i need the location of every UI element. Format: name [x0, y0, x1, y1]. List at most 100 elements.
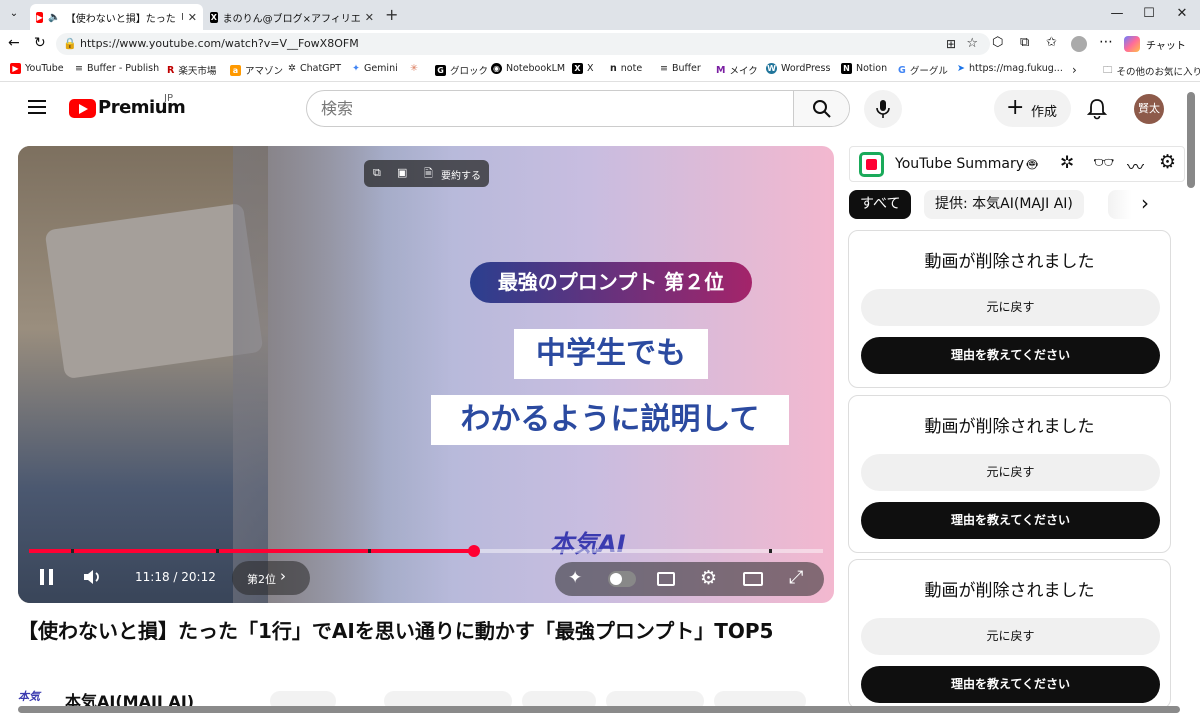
note-icon: n [610, 63, 617, 74]
tell-us-why-button[interactable]: 理由を教えてください [861, 666, 1160, 703]
more-icon[interactable]: ⋯ [1099, 34, 1113, 50]
caption-line2: わかるように説明して [431, 395, 789, 445]
bookmark-x[interactable]: XX [572, 63, 594, 74]
site-info-icon[interactable]: 🔒 [63, 33, 77, 55]
progress-bar[interactable] [29, 545, 823, 557]
search-button[interactable] [793, 91, 849, 126]
grid-icon[interactable]: ⊞ [946, 33, 956, 55]
menu-icon[interactable] [28, 100, 46, 118]
bookmark-rakuten[interactable]: R 楽天市場 [167, 63, 216, 78]
favorite-star-icon[interactable]: ☆ [966, 33, 978, 55]
subtitles-icon[interactable] [657, 572, 675, 586]
bookmark-chatgpt[interactable]: ✲ ChatGPT [288, 63, 341, 74]
search-input[interactable]: 検索 [307, 91, 794, 126]
notebooklm-icon: ◉ [491, 63, 502, 74]
channel-avatar[interactable]: 本気 [18, 688, 54, 706]
bookmark-gemini[interactable]: ✦ Gemini [352, 63, 398, 74]
undo-button[interactable]: 元に戻す [861, 618, 1160, 655]
maximize-icon[interactable]: ☐ [1139, 6, 1159, 21]
chip-all[interactable]: すべて [849, 190, 912, 219]
undo-button[interactable]: 元に戻す [861, 289, 1160, 326]
folder-icon: 🗀 [1103, 65, 1113, 76]
volume-icon[interactable] [82, 567, 102, 587]
create-label: 作成 [1031, 105, 1058, 120]
close-tab-icon[interactable]: ✕ [188, 11, 197, 24]
youtube-logo-icon[interactable] [69, 99, 96, 118]
tab-youtube[interactable]: ▶ 🔈 【使わないと損】たった「1行」でAI… ✕ [30, 4, 203, 30]
time-display: 11:18 / 20:12 [135, 570, 216, 584]
amazon-icon: a [230, 64, 241, 76]
chips-next-chevron-icon[interactable]: › [1141, 191, 1149, 215]
create-button[interactable]: + 作成 [994, 90, 1071, 127]
chapter-label: 第2位 [247, 573, 276, 586]
claude-icon: ✳ [410, 63, 418, 74]
tell-us-why-button[interactable]: 理由を教えてください [861, 502, 1160, 539]
chat-label[interactable]: チャット [1146, 37, 1186, 52]
copilot-icon[interactable] [1124, 36, 1140, 52]
video-title: 【使わないと損】たった「1行」でAIを思い通りに動かす「最強プロンプト」TOP5 [18, 619, 774, 643]
favorites-icon[interactable]: ✩ [1046, 35, 1057, 50]
extensions-icon[interactable]: ⬡ [992, 35, 1003, 50]
bookmark-google[interactable]: G グーグル [898, 63, 948, 78]
chapter-divider [769, 549, 772, 553]
voice-search-button[interactable] [864, 90, 902, 128]
bookmark-fukug[interactable]: ➤ https://mag.fukug... [957, 63, 1063, 74]
openai-icon[interactable]: ✲ [1060, 153, 1074, 173]
settings-gear-icon[interactable]: ⚙ [700, 567, 717, 589]
bookmark-youtube[interactable]: ▶ YouTube [10, 63, 64, 74]
close-window-icon[interactable]: ✕ [1172, 6, 1192, 21]
extension-settings-gear-icon[interactable]: ⚙ [1159, 151, 1176, 173]
robot-icon[interactable]: 🤖︎ [1027, 153, 1037, 177]
chapter-button[interactable]: 第2位 › [232, 561, 310, 595]
sparkle-icon[interactable]: ✦ [568, 568, 582, 588]
avatar[interactable]: 賢太 [1134, 94, 1164, 124]
bookmark-buffer-publish[interactable]: ≡ Buffer - Publish [75, 63, 159, 74]
split-screen-icon[interactable]: ⧉ [1020, 35, 1029, 50]
url-field[interactable]: 🔒 https://www.youtube.com/watch?v=V__Fow… [56, 33, 990, 55]
horizontal-scrollbar[interactable] [18, 706, 1180, 713]
glasses-icon[interactable]: 👓︎ [1093, 153, 1115, 173]
progress-fill [29, 549, 474, 553]
bookmark-notion[interactable]: N Notion [841, 63, 887, 74]
bookmark-notebooklm[interactable]: ◉ NotebookLM [491, 63, 565, 74]
bookmark-note[interactable]: n note [610, 63, 642, 74]
tab-list-chevron-icon[interactable]: ⌄ [6, 8, 22, 22]
extension-logo-icon[interactable] [859, 152, 884, 177]
refresh-icon[interactable]: ↻ [34, 35, 46, 51]
video-player[interactable]: ⧉ ▣ 🗎 要約する 最強のプロンプト 第２位 中学生でも わかるように説明して… [18, 146, 834, 603]
pause-icon[interactable] [40, 569, 53, 585]
speaker-icon[interactable]: 🔈 [48, 12, 60, 23]
bookmarks-overflow-icon[interactable]: › [1072, 63, 1077, 77]
bookmarks-bar: ▶ YouTube ≡ Buffer - Publish R 楽天市場 a アマゾン ✲… [0, 58, 1200, 82]
summarize-button[interactable]: 要約する [441, 167, 481, 182]
bookmark-claude[interactable]: ✳ [410, 63, 418, 74]
undo-button[interactable]: 元に戻す [861, 454, 1160, 491]
bookmark-grok[interactable]: G グロック [435, 63, 488, 77]
close-tab-icon[interactable]: ✕ [365, 11, 374, 24]
chip-channel[interactable]: 提供: 本気AI(MAJI AI) [924, 190, 1084, 219]
bookmark-amazon[interactable]: a アマゾン [230, 63, 283, 77]
back-icon[interactable]: ← [8, 35, 20, 51]
new-tab-icon[interactable]: + [385, 5, 398, 24]
audio-wave-icon[interactable]: 〰 [1127, 153, 1144, 178]
profile-icon[interactable] [1071, 36, 1087, 52]
summary-icon[interactable]: 🗎 [424, 165, 433, 184]
other-favorites[interactable]: 🗀 その他のお気に入り [1103, 63, 1200, 79]
progress-scrubber[interactable] [467, 545, 480, 557]
theater-mode-icon[interactable] [743, 572, 763, 586]
pip-icon[interactable]: ⧉ [373, 166, 381, 180]
bookmark-wordpress[interactable]: W WordPress [766, 63, 830, 74]
notifications-bell-icon[interactable] [1087, 98, 1107, 120]
screenshot-icon[interactable]: ▣ [397, 166, 407, 179]
minimize-icon[interactable]: — [1107, 6, 1127, 21]
bookmark-make[interactable]: M メイク [716, 63, 758, 78]
buffer-icon: ≡ [75, 63, 83, 74]
vertical-scrollbar[interactable] [1187, 92, 1195, 188]
chevron-right-icon: › [280, 567, 286, 585]
bookmark-buffer[interactable]: ≡ Buffer [660, 63, 701, 74]
autoplay-toggle[interactable] [608, 571, 636, 587]
tell-us-why-button[interactable]: 理由を教えてください [861, 337, 1160, 374]
fullscreen-icon[interactable]: ⤢ [789, 567, 803, 588]
tab-x[interactable]: X まのりん@ブログ×アフィリエイトで収益… ✕ [204, 4, 380, 30]
search-box[interactable]: 検索 [306, 90, 850, 127]
